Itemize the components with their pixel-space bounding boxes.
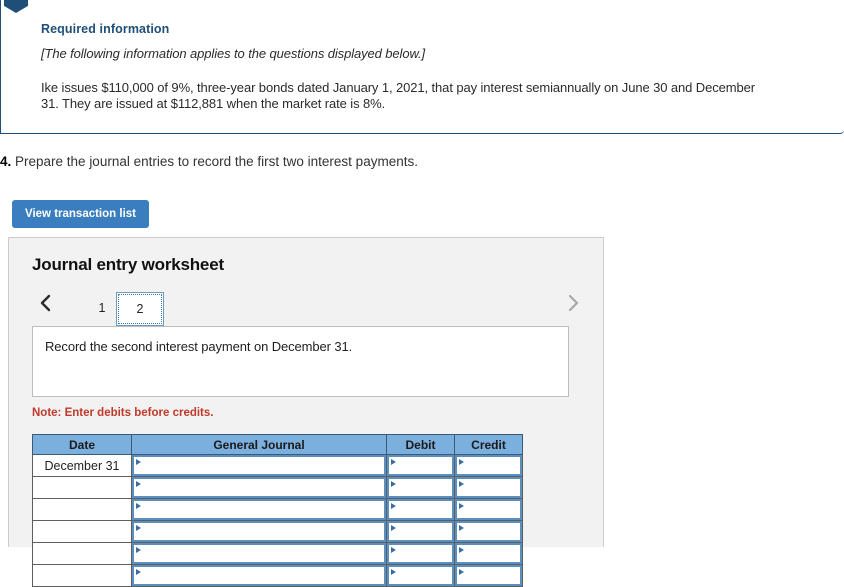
journal-general-journal-input-cell[interactable] [131, 498, 387, 521]
view-transaction-list-button[interactable]: View transaction list [12, 200, 149, 228]
journal-credit-input-cell[interactable] [454, 520, 523, 543]
caret-marker-icon [136, 525, 141, 531]
caret-marker-icon [136, 459, 141, 465]
table-row [32, 542, 523, 565]
input-shell[interactable] [455, 521, 522, 542]
input-shell[interactable] [132, 499, 386, 520]
caret-marker-icon [136, 547, 141, 553]
journal-date-cell[interactable] [32, 476, 132, 499]
input-shell[interactable] [387, 521, 454, 542]
table-row [32, 564, 523, 587]
journal-date-cell[interactable] [32, 520, 132, 543]
input-shell[interactable] [387, 499, 454, 520]
table-row [32, 476, 523, 499]
journal-credit-input-cell[interactable] [454, 476, 523, 499]
caret-marker-icon [459, 481, 464, 487]
input-shell[interactable] [387, 565, 454, 586]
journal-general-journal-input-cell[interactable] [131, 520, 387, 543]
journal-general-journal-input-cell[interactable] [131, 454, 387, 477]
input-shell[interactable] [132, 565, 386, 586]
journal-debit-input-cell[interactable] [386, 564, 455, 587]
journal-general-journal-input-cell[interactable] [131, 564, 387, 587]
bookmark-ribbon-icon [4, 0, 28, 13]
journal-date-cell[interactable] [32, 564, 132, 587]
column-header-debit: Debit [386, 434, 455, 455]
column-header-date: Date [32, 434, 132, 455]
journal-debit-input-cell[interactable] [386, 476, 455, 499]
journal-debit-input-cell[interactable] [386, 542, 455, 565]
input-shell[interactable] [132, 521, 386, 542]
chevron-right-icon[interactable] [562, 291, 584, 315]
input-shell[interactable] [132, 455, 386, 476]
chevron-left-icon[interactable] [35, 291, 57, 315]
caret-marker-icon [459, 525, 464, 531]
caret-marker-icon [459, 459, 464, 465]
entry-description-box: Record the second interest payment on De… [32, 326, 569, 397]
caret-marker-icon [391, 481, 396, 487]
journal-debit-input-cell[interactable] [386, 454, 455, 477]
journal-date-cell[interactable]: December 31 [32, 454, 132, 477]
caret-marker-icon [391, 459, 396, 465]
caret-marker-icon [459, 569, 464, 575]
input-shell[interactable] [455, 477, 522, 498]
caret-marker-icon [391, 569, 396, 575]
required-information-panel: Required information [The following info… [0, 0, 844, 134]
journal-credit-input-cell[interactable] [454, 498, 523, 521]
journal-credit-input-cell[interactable] [454, 564, 523, 587]
journal-debit-input-cell[interactable] [386, 498, 455, 521]
entry-description-text: Record the second interest payment on De… [45, 339, 353, 354]
journal-credit-input-cell[interactable] [454, 542, 523, 565]
caret-marker-icon [136, 503, 141, 509]
journal-note: Note: Enter debits before credits. [32, 407, 214, 419]
caret-marker-icon [391, 503, 396, 509]
table-row: December 31 [32, 454, 523, 477]
input-shell[interactable] [132, 477, 386, 498]
worksheet-title: Journal entry worksheet [32, 255, 224, 274]
table-row [32, 498, 523, 521]
input-shell[interactable] [387, 477, 454, 498]
input-shell[interactable] [387, 455, 454, 476]
question-number: 4. [0, 154, 12, 169]
caret-marker-icon [459, 503, 464, 509]
input-shell[interactable] [455, 543, 522, 564]
input-shell[interactable] [387, 543, 454, 564]
journal-entry-table: Date General Journal Debit Credit Decemb… [32, 434, 523, 587]
input-shell[interactable] [455, 499, 522, 520]
table-row [32, 520, 523, 543]
caret-marker-icon [136, 481, 141, 487]
journal-entry-table-body: December 31 [32, 454, 523, 587]
journal-date-cell[interactable] [32, 542, 132, 565]
caret-marker-icon [391, 547, 396, 553]
journal-debit-input-cell[interactable] [386, 520, 455, 543]
column-header-general-journal: General Journal [131, 434, 387, 455]
pager-tab-2[interactable]: 2 [116, 292, 164, 326]
question-text: Prepare the journal entries to record th… [11, 154, 418, 169]
journal-general-journal-input-cell[interactable] [131, 542, 387, 565]
journal-credit-input-cell[interactable] [454, 454, 523, 477]
required-information-body: Ike issues $110,000 of 9%, three-year bo… [41, 80, 755, 111]
journal-entry-worksheet-panel: Journal entry worksheet 1 2 Record the s… [8, 237, 604, 587]
required-information-subtitle: [The following information applies to th… [41, 46, 426, 61]
input-shell[interactable] [455, 455, 522, 476]
input-shell[interactable] [132, 543, 386, 564]
column-header-credit: Credit [454, 434, 523, 455]
caret-marker-icon [136, 569, 141, 575]
table-header-row: Date General Journal Debit Credit [32, 434, 523, 455]
caret-marker-icon [459, 547, 464, 553]
caret-marker-icon [391, 525, 396, 531]
question-prompt: 4. Prepare the journal entries to record… [0, 154, 418, 169]
journal-general-journal-input-cell[interactable] [131, 476, 387, 499]
worksheet-pager: 1 2 [32, 284, 584, 326]
journal-date-cell[interactable] [32, 498, 132, 521]
required-information-title: Required information [41, 22, 170, 36]
input-shell[interactable] [455, 565, 522, 586]
